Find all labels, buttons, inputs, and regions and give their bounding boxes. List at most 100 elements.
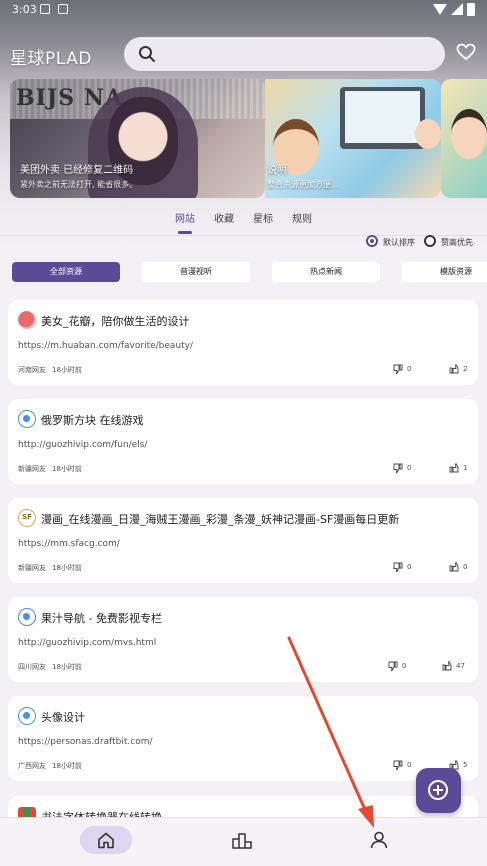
site-icon [18, 410, 36, 428]
plus-icon [428, 780, 448, 800]
dislike-count: 0 [407, 365, 412, 373]
dislike-button[interactable]: 0 [393, 364, 411, 374]
card-url[interactable]: http://guozhivip.com/mvs.html [18, 638, 156, 648]
banner-title: 说明 [267, 165, 287, 176]
notification-icon [40, 4, 50, 14]
dislike-button[interactable]: 0 [393, 760, 411, 770]
card-url[interactable]: http://guozhivip.com/fun/els/ [18, 440, 147, 450]
card-url[interactable]: https://personas.draftbit.com/ [18, 737, 153, 747]
card-author: 新疆网友 [18, 465, 46, 473]
dislike-button[interactable]: 0 [393, 463, 411, 473]
status-time: 3:03 [12, 3, 37, 16]
resource-card[interactable]: 头像设计 https://personas.draftbit.com/ 广西网友… [8, 696, 478, 781]
card-url[interactable]: https://mm.sfacg.com/ [18, 539, 120, 549]
sf-icon: SF [18, 509, 36, 527]
card-title: 头像设计 [41, 711, 85, 724]
screen-illustration [345, 91, 420, 143]
category-all[interactable]: 全部资源 [12, 262, 120, 282]
cartoon-kid-illustration [451, 109, 487, 159]
search-bar[interactable] [124, 37, 445, 71]
card-meta: 新疆网友 18小时前 [18, 563, 82, 573]
like-count: 1 [463, 464, 468, 472]
thumbs-up-icon [442, 661, 452, 671]
like-count: 0 [463, 563, 468, 571]
battery-icon [467, 3, 475, 16]
tab-favorites[interactable]: 收藏 [214, 210, 234, 225]
thumbs-down-icon [388, 661, 398, 671]
nav-home[interactable] [80, 826, 132, 854]
card-meta: 新疆网友 18小时前 [18, 464, 82, 474]
like-button[interactable]: 47 [442, 661, 465, 671]
like-count: 47 [456, 662, 465, 670]
banner-slide-3[interactable] [441, 79, 487, 198]
nav-ranking[interactable] [232, 831, 252, 853]
resource-card[interactable]: 果汁导航 - 免费影视专栏 http://guozhivip.com/mvs.h… [8, 597, 478, 682]
card-title: 俄罗斯方块 在线游戏 [41, 414, 144, 427]
favorite-heart-icon[interactable] [456, 43, 476, 65]
banner-slide-1[interactable]: BIJS NA 美团外卖 已经修复二维码 紧外卖之前无法打开, 能省很多。 [10, 79, 265, 198]
banner-title: 美团外卖 已经修复二维码 [20, 165, 134, 176]
dislike-count: 0 [402, 662, 407, 670]
resource-card[interactable]: SF 漫画_在线漫画_日漫_海贼王漫画_彩漫_条漫_妖神记漫画-SF漫画每日更新… [8, 498, 478, 583]
wifi-icon [433, 4, 447, 15]
thumbs-up-icon [449, 364, 459, 374]
thumbs-up-icon [449, 562, 459, 572]
download-icon [58, 4, 68, 14]
like-count: 2 [463, 365, 468, 373]
radio-selected-icon [366, 235, 378, 247]
home-icon [98, 832, 114, 849]
app-title: 星球PLAD [10, 49, 92, 69]
like-count: 5 [463, 761, 468, 769]
dislike-button[interactable]: 0 [388, 661, 406, 671]
card-time: 18小时前 [52, 663, 82, 671]
card-time: 18小时前 [52, 465, 82, 473]
banner-slide-2[interactable]: 说明 整合资源更加方便... [265, 79, 441, 198]
site-icon [18, 707, 36, 725]
card-meta: 广西网友 18小时前 [18, 761, 82, 771]
category-templates[interactable]: 模版资源 [402, 262, 487, 282]
card-author: 新疆网友 [18, 564, 46, 572]
like-button[interactable]: 2 [449, 364, 467, 374]
add-button[interactable] [416, 768, 461, 813]
card-url[interactable]: https://m.huaban.com/favorite/beauty/ [18, 341, 193, 351]
card-author: 广西网友 [18, 762, 46, 770]
like-button[interactable]: 0 [449, 562, 467, 572]
card-title: 漫画_在线漫画_日漫_海贼王漫画_彩漫_条漫_妖神记漫画-SF漫画每日更新 [41, 513, 400, 526]
card-time: 18小时前 [52, 564, 82, 572]
resource-card[interactable]: 俄罗斯方块 在线游戏 http://guozhivip.com/fun/els/… [8, 399, 478, 484]
dislike-count: 0 [407, 761, 412, 769]
podium-icon [232, 833, 252, 849]
sort-likes-label: 赞高优先 [441, 238, 473, 247]
signal-icon [451, 3, 463, 15]
thumbs-down-icon [393, 463, 403, 473]
category-hot-news[interactable]: 热点新闻 [272, 262, 380, 282]
card-time: 18小时前 [52, 366, 82, 374]
tab-active-indicator [178, 231, 192, 234]
radio-unselected-icon [424, 235, 436, 247]
card-time: 18小时前 [52, 762, 82, 770]
tab-starred[interactable]: 星标 [253, 210, 273, 225]
dislike-count: 0 [407, 464, 412, 472]
nav-profile[interactable] [370, 831, 388, 853]
dislike-count: 0 [407, 563, 412, 571]
resource-card[interactable]: 美女_花瓣，陪你做生活的设计 https://m.huaban.com/favo… [8, 300, 478, 385]
thumbs-down-icon [393, 562, 403, 572]
search-icon [139, 46, 155, 62]
banner-subtitle: 紧外卖之前无法打开, 能省很多。 [20, 180, 138, 189]
card-author: 四川网友 [18, 663, 46, 671]
thumbs-up-icon [449, 463, 459, 473]
sort-default-label: 默认排序 [383, 238, 415, 247]
card-meta: 四川网友 18小时前 [18, 662, 82, 672]
card-author: 河南网友 [18, 366, 46, 374]
red-flower-icon [18, 311, 36, 329]
tab-rules[interactable]: 规则 [292, 210, 312, 225]
category-audio-video[interactable]: 音漫视听 [142, 262, 250, 282]
card-title: 美女_花瓣，陪你做生活的设计 [41, 315, 190, 328]
bottom-nav [0, 817, 487, 866]
like-button[interactable]: 1 [449, 463, 467, 473]
tab-websites[interactable]: 网站 [175, 210, 195, 225]
dislike-button[interactable]: 0 [393, 562, 411, 572]
thumbs-down-icon [393, 364, 403, 374]
tab-bar: 网站 收藏 星标 规则 [0, 210, 487, 234]
card-meta: 河南网友 18小时前 [18, 365, 82, 375]
